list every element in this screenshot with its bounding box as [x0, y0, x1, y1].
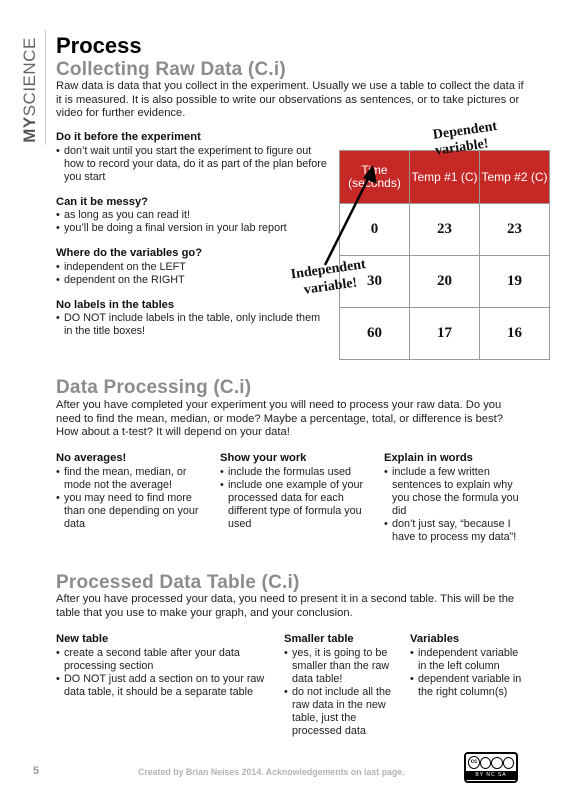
- page-number: 5: [33, 765, 40, 777]
- list-item: DO NOT include labels in the table, only…: [56, 312, 331, 338]
- block-messy: Can it be messy? as long as you can read…: [56, 196, 331, 236]
- page-title: Process: [56, 33, 142, 58]
- section1-intro: Raw data is data that you collect in the…: [56, 80, 524, 119]
- list-item: you’ll be doing a final version in your …: [56, 222, 331, 235]
- section2-col-explain: Explain in words include a few written s…: [384, 452, 524, 544]
- section2-col-work: Show your work include the formulas used…: [220, 452, 365, 531]
- section3-col-new: New table create a second table after yo…: [56, 633, 271, 699]
- list-item: independent variable in the left column: [410, 647, 525, 673]
- section3-col-smaller: Smaller table yes, it is going to be sma…: [284, 633, 394, 738]
- table-cell: 23: [479, 203, 550, 256]
- side-divider: [45, 30, 46, 145]
- table-row: 60 17 16: [339, 307, 550, 360]
- block-before: Do it before the experiment don’t wait u…: [56, 131, 331, 184]
- block-heading: Where do the variables go?: [56, 247, 203, 259]
- list-item: don’t wait until you start the experimen…: [56, 145, 331, 184]
- list-item: don’t just say, “because I have to proce…: [384, 518, 524, 544]
- list-item: find the mean, median, or mode not the a…: [56, 466, 206, 492]
- list-item: create a second table after your data pr…: [56, 647, 271, 673]
- side-label-rest: SCIENCE: [20, 37, 39, 117]
- section2-intro: After you have completed your experiment…: [56, 399, 503, 438]
- table-cell: 20: [409, 255, 480, 308]
- list-item: you may need to find more than one depen…: [56, 492, 206, 531]
- list-item: dependent variable in the right column(s…: [410, 673, 525, 699]
- sharealike-icon: [502, 756, 514, 769]
- column-heading: Variables: [410, 633, 460, 645]
- section3-intro: After you have processed your data, you …: [56, 593, 515, 619]
- table-cell: 60: [339, 307, 410, 360]
- block-heading: Can it be messy?: [56, 195, 149, 208]
- cc-license-icon: cc BY NC SA: [464, 752, 518, 783]
- list-item: include one example of your processed da…: [220, 479, 365, 531]
- attribution-icon: [480, 756, 492, 769]
- noncommercial-icon: [491, 756, 503, 769]
- section1-blocks: Do it before the experiment don’t wait u…: [56, 131, 331, 338]
- footer-credit: Created by Brian Neises 2014. Acknowledg…: [138, 767, 405, 777]
- section3-col-variables: Variables independent variable in the le…: [410, 633, 525, 699]
- table-cell: 16: [479, 307, 550, 360]
- column-heading: New table: [56, 633, 109, 645]
- list-item: do not include all the raw data in the n…: [284, 686, 394, 738]
- section3-title: Processed Data Table (C.i): [56, 572, 300, 593]
- section2-title: Data Processing (C.i): [56, 377, 252, 398]
- section1-title: Collecting Raw Data (C.i): [56, 59, 286, 80]
- cc-icon: cc: [468, 756, 481, 769]
- table-cell: 23: [409, 203, 480, 256]
- side-label-bold: MY: [20, 116, 39, 143]
- cc-license-text: BY NC SA: [466, 771, 516, 780]
- list-item: include a few written sentences to expla…: [384, 466, 524, 518]
- list-item: as long as you can read it!: [56, 209, 331, 222]
- section2-col-averages: No averages! find the mean, median, or m…: [56, 452, 206, 531]
- side-label: MYSCIENCE: [18, 34, 42, 146]
- table-cell: 17: [409, 307, 480, 360]
- column-heading: Show your work: [220, 452, 307, 464]
- block-heading: Do it before the experiment: [56, 131, 201, 143]
- list-item: include the formulas used: [220, 466, 365, 479]
- table-header-cell: Temp #2 (C): [479, 150, 550, 204]
- table-cell: 19: [479, 255, 550, 308]
- list-item: DO NOT just add a section on to your raw…: [56, 673, 271, 699]
- block-no-labels: No labels in the tables DO NOT include l…: [56, 299, 331, 339]
- arrow-icon: [323, 165, 377, 266]
- list-item: yes, it is going to be smaller than the …: [284, 647, 394, 686]
- column-heading: Explain in words: [384, 452, 473, 464]
- column-heading: Smaller table: [284, 633, 354, 645]
- column-heading: No averages!: [56, 452, 127, 464]
